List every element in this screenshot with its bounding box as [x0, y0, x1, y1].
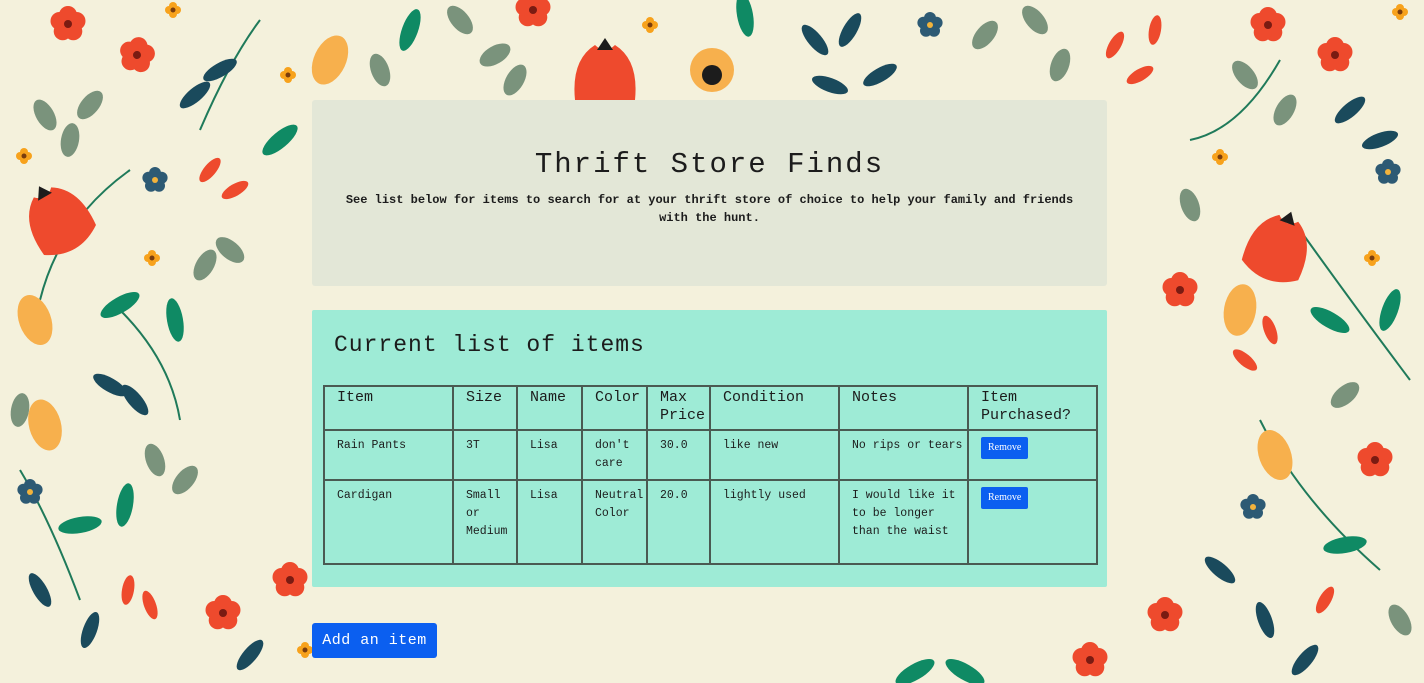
column-header-condition: Condition	[709, 385, 840, 431]
cell-condition: like new	[709, 429, 840, 481]
table-header-row: Item Size Name Color Max Price Condition…	[323, 385, 1098, 431]
column-header-notes: Notes	[838, 385, 969, 431]
remove-button[interactable]: Remove	[981, 437, 1029, 459]
column-header-item-purchased: Item Purchased?	[967, 385, 1098, 431]
page-subtitle: See list below for items to search for a…	[345, 193, 1074, 225]
page-title: Thrift Store Finds	[534, 148, 885, 181]
column-header-name: Name	[516, 385, 583, 431]
list-title: Current list of items	[334, 332, 645, 358]
column-header-item: Item	[323, 385, 454, 431]
column-header-size: Size	[452, 385, 518, 431]
cell-max-price: 20.0	[646, 479, 711, 565]
cell-color: don't care	[581, 429, 648, 481]
header-panel: Thrift Store Finds See list below for it…	[312, 100, 1107, 286]
cell-notes: No rips or tears	[838, 429, 969, 481]
column-header-color: Color	[581, 385, 648, 431]
cell-max-price: 30.0	[646, 429, 711, 481]
table-row: Rain Pants 3T Lisa don't care 30.0 like …	[323, 429, 1098, 481]
cell-size: Small or Medium	[452, 479, 518, 565]
column-header-max-price: Max Price	[646, 385, 711, 431]
cell-color: Neutral Color	[581, 479, 648, 565]
cell-name: Lisa	[516, 479, 583, 565]
cell-item: Rain Pants	[323, 429, 454, 481]
remove-button[interactable]: Remove	[981, 487, 1029, 509]
cell-item: Cardigan	[323, 479, 454, 565]
add-item-button[interactable]: Add an item	[312, 623, 437, 658]
cell-size: 3T	[452, 429, 518, 481]
cell-notes: I would like it to be longer than the wa…	[838, 479, 969, 565]
items-table: Item Size Name Color Max Price Condition…	[323, 385, 1098, 565]
cell-action: Remove	[967, 429, 1098, 481]
cell-name: Lisa	[516, 429, 583, 481]
table-row: Cardigan Small or Medium Lisa Neutral Co…	[323, 479, 1098, 565]
items-panel: Current list of items Item Size Name Col…	[312, 310, 1107, 587]
cell-action: Remove	[967, 479, 1098, 565]
cell-condition: lightly used	[709, 479, 840, 565]
